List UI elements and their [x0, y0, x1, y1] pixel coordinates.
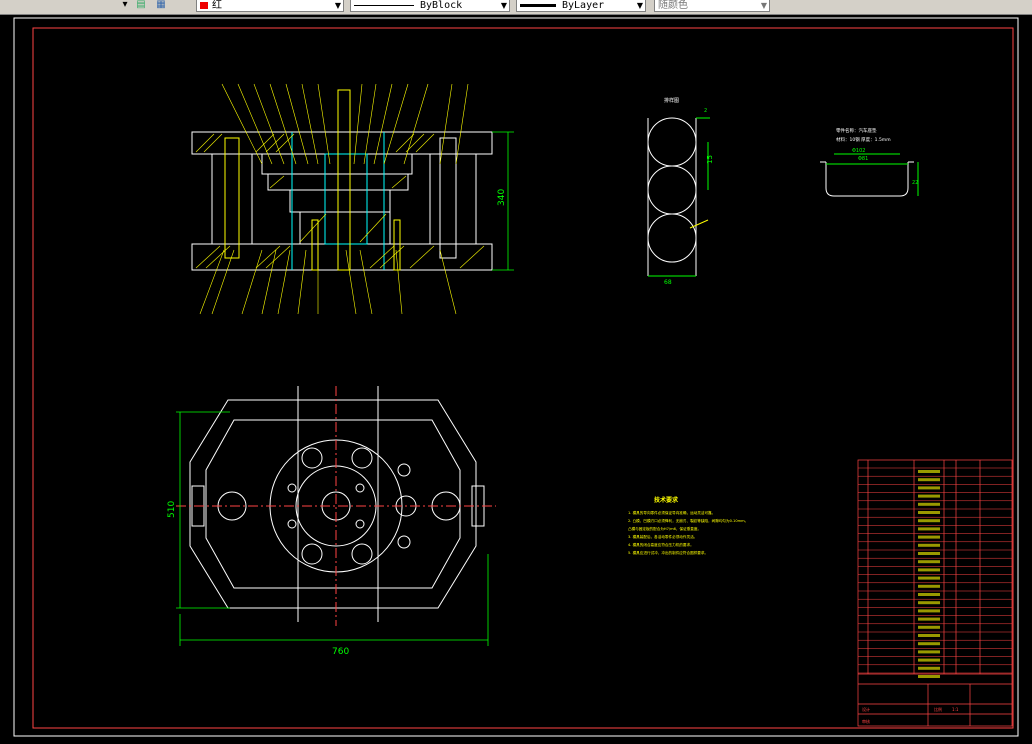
leader-lines-top	[199, 83, 469, 315]
parts-list-entry	[918, 543, 940, 547]
scale-label: 比例	[934, 706, 942, 712]
lineweight-control[interactable]: ByLayer ▼	[516, 0, 646, 12]
parts-list-entry	[918, 535, 940, 539]
parts-list-entry	[918, 527, 940, 531]
chevron-down-icon[interactable]: ▼	[335, 0, 341, 11]
color-value: 红	[212, 0, 222, 11]
part-dim-inner: Φ81	[858, 156, 868, 162]
strip-dim-width: 68	[664, 279, 672, 286]
parts-list-entry	[918, 568, 940, 572]
parts-list-entry	[918, 511, 940, 514]
parts-list-entry	[918, 593, 940, 596]
parts-list-entry	[918, 486, 940, 490]
linetype-control[interactable]: ByBlock ▼	[350, 0, 510, 12]
parts-list-entry	[918, 609, 940, 613]
scale-value: 1:1	[952, 707, 959, 712]
part-drawing	[820, 153, 919, 197]
part-dim-outer: Φ102	[852, 148, 865, 154]
layer-state-icon[interactable]: ▤	[134, 0, 148, 11]
tech-line: 4. 模具的闭合高度应符合压力机的要求。	[628, 542, 694, 547]
chevron-down-icon[interactable]: ▼	[761, 0, 767, 11]
strip-dim-side: 2	[704, 108, 707, 114]
strip-layout	[647, 117, 710, 277]
parts-list-entry	[918, 658, 940, 662]
linetype-value: ByBlock	[420, 0, 463, 11]
tech-requirements: 1. 模具的导向零件必须保证导向准确，运动灵活可靠。 2. 凸模、凹模刃口必须锋…	[628, 510, 748, 555]
tech-line: 3. 模具装配后，各活动零件必须动作灵活。	[628, 534, 697, 539]
plan-dimensions	[176, 411, 489, 646]
parts-list-entry	[918, 675, 940, 678]
tech-line: 2. 凸模、凹模刃口必须锋利，无崩刃、裂纹等缺陷，间隙均匀为0.10mm。	[628, 518, 748, 523]
part-subtitle: 材料：10钢 厚度：1.5mm	[836, 136, 891, 143]
tech-title: 技术要求	[654, 496, 679, 504]
parts-list-entry	[918, 617, 940, 621]
chevron-down-icon[interactable]: ▼	[637, 0, 643, 11]
dim-plan-height: 510	[167, 501, 177, 518]
parts-list-entry	[918, 576, 940, 580]
parts-list-rows	[858, 467, 1012, 678]
lineweight-preview	[520, 3, 556, 7]
parts-list-entry	[918, 625, 940, 629]
part-title: 零件名称：汽车座垫	[836, 127, 877, 134]
red-color-swatch	[200, 1, 208, 9]
dropdown-arrow-icon[interactable]: ▾	[118, 0, 132, 11]
plan-view	[176, 386, 496, 626]
parts-list-entry	[918, 650, 940, 654]
dim-front-height: 340	[497, 189, 507, 206]
parts-list-entry	[918, 494, 940, 498]
parts-list-entry	[918, 560, 940, 564]
cad-drawing: 340 排样图 15 68 2 零件名称：汽车座垫 材料：10钢 厚度：1.5m…	[13, 17, 1019, 737]
parts-list-entry	[918, 584, 940, 588]
tech-line: 1. 模具的导向零件必须保证导向准确，运动灵活可靠。	[628, 510, 715, 515]
parts-list-entry	[918, 666, 940, 670]
strip-title: 排样图	[664, 97, 679, 104]
tech-line: 5. 模具应进行试冲，冲出的制件应符合图样要求。	[628, 550, 708, 555]
parts-list-entry	[918, 502, 940, 506]
linetype-preview	[354, 4, 414, 6]
chevron-down-icon[interactable]: ▼	[501, 0, 507, 11]
color-control[interactable]: 红 ▼	[196, 0, 344, 12]
parts-list-entry	[918, 519, 940, 523]
parts-list-entry	[918, 470, 940, 473]
lineweight-value: ByLayer	[562, 0, 605, 11]
plotstyle-control[interactable]: 随颜色 ▼	[654, 0, 770, 12]
plotstyle-value: 随颜色	[658, 0, 688, 11]
properties-toolbar: ▾ ▤ ▦ 红 ▼ ByBlock ▼ ByLayer ▼ 随颜色 ▼	[0, 0, 1032, 15]
parts-list-entry	[918, 634, 940, 637]
strip-dim-pitch: 15	[706, 155, 714, 164]
part-dim-height: 22	[912, 180, 918, 186]
parts-list-entry	[918, 642, 940, 646]
designer-label: 设计	[862, 706, 870, 712]
parts-list-entry	[918, 552, 940, 555]
layer-previous-icon[interactable]: ▦	[154, 0, 168, 11]
drawing-canvas[interactable]: 340 排样图 15 68 2 零件名称：汽车座垫 材料：10钢 厚度：1.5m…	[0, 14, 1032, 740]
dim-plan-width: 760	[332, 647, 349, 657]
parts-list-entry	[918, 478, 940, 482]
tech-line: 凸模与固定板的配合为H7/m6，保证垂直度。	[628, 526, 701, 531]
checker-label: 审核	[862, 718, 870, 724]
sheet-border	[13, 17, 1019, 737]
parts-list-entry	[918, 601, 940, 605]
